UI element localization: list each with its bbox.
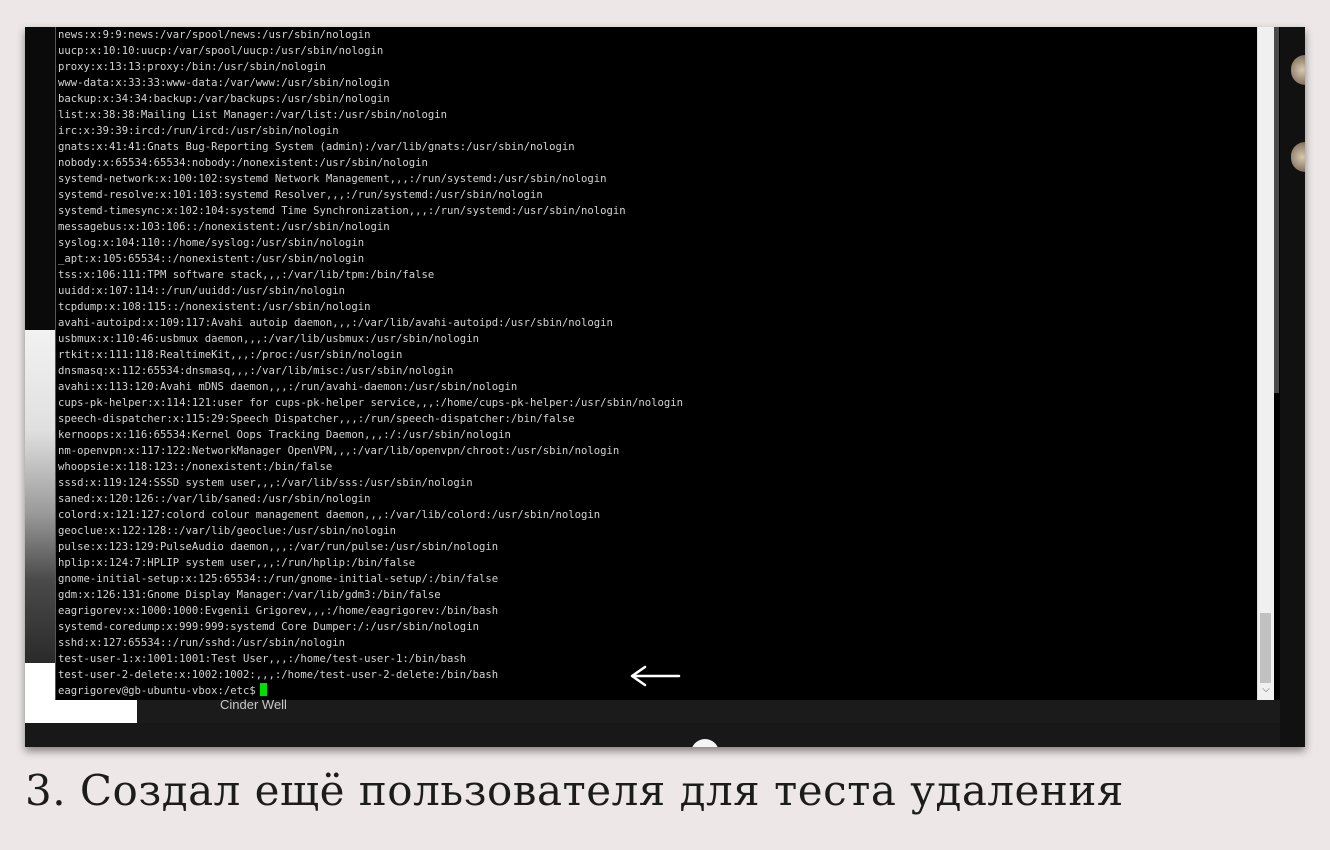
terminal-line: colord:x:121:127:colord colour managemen…	[58, 509, 601, 521]
terminal-line: systemd-resolve:x:101:103:systemd Resolv…	[58, 189, 543, 201]
background-right-panel	[1280, 27, 1305, 747]
terminal-line: www-data:x:33:33:www-data:/var/www:/usr/…	[58, 77, 390, 89]
terminal-line: irc:x:39:39:ircd:/run/ircd:/usr/sbin/nol…	[58, 125, 339, 137]
terminal-line: tss:x:106:111:TPM software stack,,,:/var…	[58, 269, 435, 281]
terminal-line: proxy:x:13:13:proxy:/bin:/usr/sbin/nolog…	[58, 61, 326, 73]
terminal-line: systemd-coredump:x:999:999:systemd Core …	[58, 621, 479, 633]
left-arrow-icon	[630, 665, 681, 687]
terminal-line: tcpdump:x:108:115::/nonexistent:/usr/sbi…	[58, 301, 371, 313]
terminal-scrollbar[interactable]: ⌵	[1257, 27, 1274, 700]
terminal-line: cups-pk-helper:x:114:121:user for cups-p…	[58, 397, 684, 409]
terminal-line: backup:x:34:34:backup:/var/backups:/usr/…	[58, 93, 390, 105]
terminal-line: pulse:x:123:129:PulseAudio daemon,,,:/va…	[58, 541, 499, 553]
terminal-output: news:x:9:9:news:/var/spool/news:/usr/sbi…	[58, 27, 683, 699]
terminal-line: test-user-2-delete:x:1002:1002:,,,:/home…	[58, 669, 499, 681]
terminal-line: syslog:x:104:110::/home/syslog:/usr/sbin…	[58, 237, 365, 249]
terminal-line: _apt:x:105:65534::/nonexistent:/usr/sbin…	[58, 253, 365, 265]
terminal-line: news:x:9:9:news:/var/spool/news:/usr/sbi…	[58, 29, 371, 41]
terminal-line: gnome-initial-setup:x:125:65534::/run/gn…	[58, 573, 499, 585]
terminal-line: kernoops:x:116:65534:Kernel Oops Trackin…	[58, 429, 511, 441]
terminal-line: gdm:x:126:131:Gnome Display Manager:/var…	[58, 589, 441, 601]
terminal-line: rtkit:x:111:118:RealtimeKit,,,:/proc:/us…	[58, 349, 403, 361]
terminal-line: saned:x:120:126::/var/lib/saned:/usr/sbi…	[58, 493, 371, 505]
terminal-line: speech-dispatcher:x:115:29:Speech Dispat…	[58, 413, 575, 425]
terminal-line: avahi-autoipd:x:109:117:Avahi autoip dae…	[58, 317, 613, 329]
terminal-line: hplip:x:124:7:HPLIP system user,,,:/run/…	[58, 557, 416, 569]
terminal-line: dnsmasq:x:112:65534:dnsmasq,,,:/var/lib/…	[58, 365, 454, 377]
terminal-line: systemd-network:x:100:102:systemd Networ…	[58, 173, 607, 185]
terminal-line: nm-openvpn:x:117:122:NetworkManager Open…	[58, 445, 620, 457]
terminal-line: sshd:x:127:65534::/run/sshd:/usr/sbin/no…	[58, 637, 346, 649]
background-bottom-bar	[25, 723, 1305, 747]
avatar[interactable]	[1291, 55, 1305, 85]
terminal-line: systemd-timesync:x:102:104:systemd Time …	[58, 205, 626, 217]
terminal-line: gnats:x:41:41:Gnats Bug-Reporting System…	[58, 141, 575, 153]
screenshot-frame: Cinder Well news:x:9:9:news:/var/spool/n…	[25, 27, 1305, 747]
background-photo	[25, 330, 57, 663]
terminal-prompt: eagrigorev@gb-ubuntu-vbox:/etc$	[58, 685, 256, 697]
avatar[interactable]	[1291, 142, 1305, 172]
background-caption: Cinder Well	[220, 697, 287, 712]
terminal-line: uuidd:x:107:114::/run/uuidd:/usr/sbin/no…	[58, 285, 346, 297]
background-footer-block	[137, 700, 1281, 723]
chevron-down-icon[interactable]: ⌵	[1258, 682, 1274, 698]
terminal-line: test-user-1:x:1001:1001:Test User,,,:/ho…	[58, 653, 467, 665]
terminal-line: nobody:x:65534:65534:nobody:/nonexistent…	[58, 157, 428, 169]
terminal-prompt-line[interactable]: eagrigorev@gb-ubuntu-vbox:/etc$	[58, 683, 683, 699]
terminal-line: usbmux:x:110:46:usbmux daemon,,,:/var/li…	[58, 333, 479, 345]
terminal-line: whoopsie:x:118:123::/nonexistent:/bin/fa…	[58, 461, 333, 473]
terminal-line: sssd:x:119:124:SSSD system user,,,:/var/…	[58, 477, 473, 489]
terminal-line: messagebus:x:103:106::/nonexistent:/usr/…	[58, 221, 390, 233]
terminal-line: avahi:x:113:120:Avahi mDNS daemon,,,:/ru…	[58, 381, 518, 393]
page-caption: 3. Создал ещё пользователя для теста уда…	[25, 766, 1124, 815]
terminal-line: list:x:38:38:Mailing List Manager:/var/l…	[58, 109, 448, 121]
terminal-line: uucp:x:10:10:uucp:/var/spool/uucp:/usr/s…	[58, 45, 384, 57]
terminal-line: eagrigorev:x:1000:1000:Evgenii Grigorev,…	[58, 605, 499, 617]
terminal-line: geoclue:x:122:128::/var/lib/geoclue:/usr…	[58, 525, 397, 537]
text-cursor	[259, 683, 267, 696]
scrollbar-thumb[interactable]	[1260, 613, 1271, 683]
terminal-window[interactable]: news:x:9:9:news:/var/spool/news:/usr/sbi…	[55, 27, 1274, 700]
